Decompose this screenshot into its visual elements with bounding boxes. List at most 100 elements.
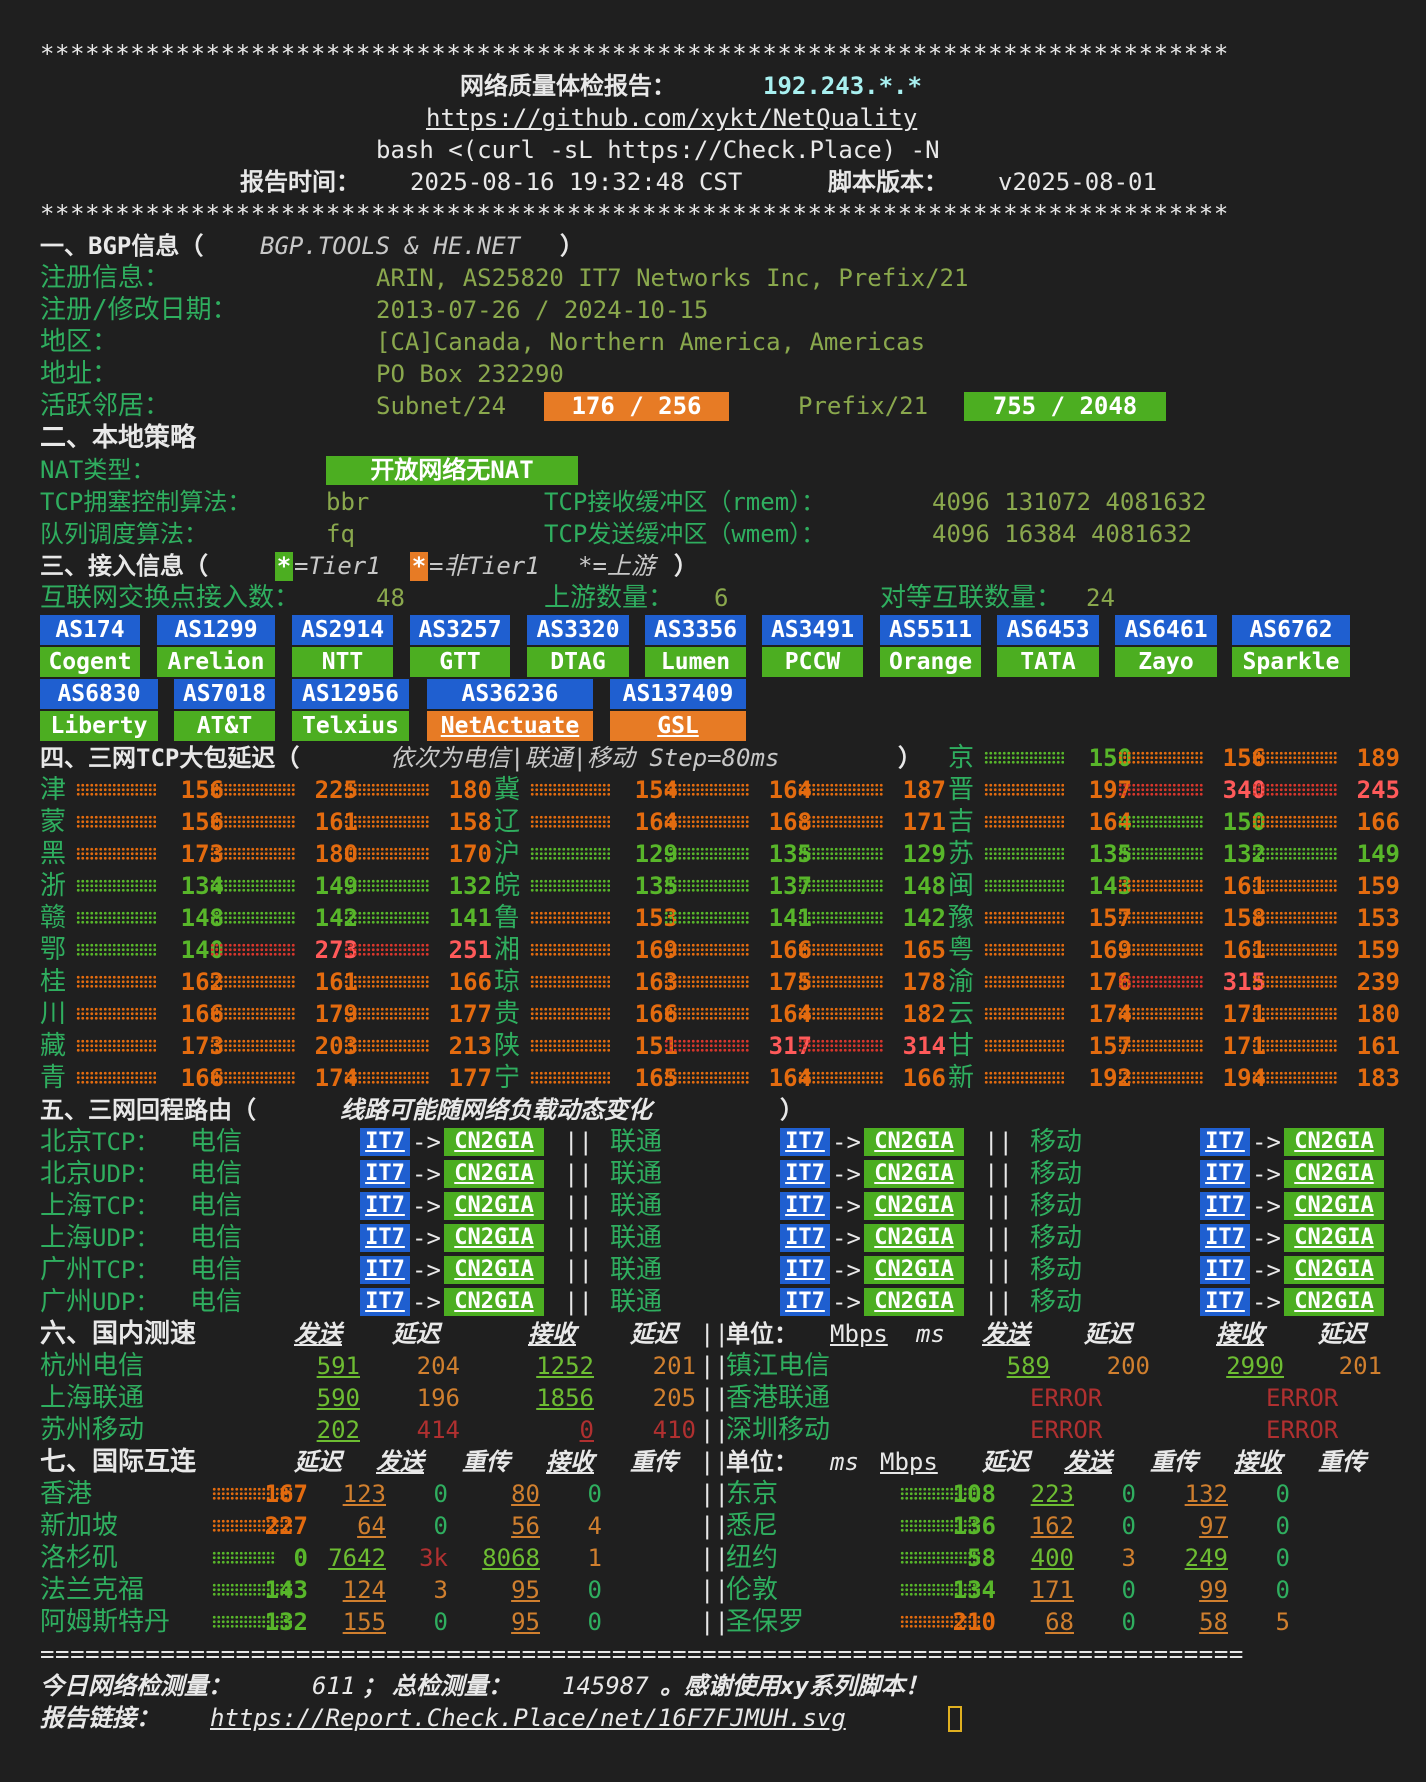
intl-recv: 95	[511, 1576, 540, 1604]
run-command: bash <(curl -sL https://Check.Place) -N	[376, 136, 940, 164]
route-arrow: ->	[832, 1192, 861, 1220]
legend-upstream: *=上游	[578, 552, 655, 580]
intl-retx: 0	[1121, 1608, 1136, 1636]
intl-recv: 8068	[482, 1544, 540, 1572]
address-value: PO Box 232290	[376, 360, 564, 388]
province-label: 津	[40, 775, 67, 805]
province-label: 鲁	[494, 903, 521, 933]
domestic-node: 深圳移动	[726, 1415, 831, 1445]
intl-recv: 56	[511, 1512, 540, 1540]
region-value: [CA]Canada, Northern America, Americas	[376, 328, 926, 356]
repo-link[interactable]: https://github.com/xykt/NetQuality	[426, 102, 917, 134]
equals-divider: ========================================…	[40, 1640, 1244, 1668]
latency-value: 166	[902, 1064, 946, 1092]
intl-send-header: 发送	[376, 1448, 424, 1476]
latency-value: 129	[902, 840, 946, 868]
intl-send: 171	[1030, 1576, 1074, 1604]
asn-number: AS137409	[610, 679, 746, 709]
section-domestic-title: 六、国内测速	[40, 1319, 197, 1349]
peer-label: 对等互联数量：	[880, 583, 1063, 613]
province-label: 鄂	[40, 935, 67, 965]
route-separator: ||	[564, 1288, 593, 1316]
route-isp: 电信	[190, 1287, 243, 1317]
intl-retx: 0	[433, 1512, 448, 1540]
address-label: 地址：	[40, 359, 119, 389]
intl-recv-header-r: 接收	[1234, 1448, 1282, 1476]
province-label: 冀	[494, 775, 521, 805]
domestic-recv-header-r: 接收	[1216, 1320, 1264, 1348]
route-hop-1: IT7	[360, 1256, 410, 1284]
province-label: 晋	[948, 775, 975, 805]
route-separator: ||	[984, 1288, 1013, 1316]
report-time-label: 报告时间：	[240, 168, 360, 196]
domestic-send-header: 发送	[294, 1320, 342, 1348]
latency-value: 178	[902, 968, 946, 996]
section-route-subtitle: 线路可能随网络负载动态变化	[340, 1096, 652, 1124]
intl-send: 123	[342, 1480, 386, 1508]
latency-value: 161	[1356, 1032, 1400, 1060]
route-hop-1: IT7	[1200, 1256, 1250, 1284]
intl-send: 124	[342, 1576, 386, 1604]
latency-value: 166	[1356, 808, 1400, 836]
intl-retx2-header: 重传	[630, 1448, 678, 1476]
route-arrow: ->	[1252, 1288, 1281, 1316]
route-separator: ||	[564, 1160, 593, 1188]
subnet-badge: 176 / 256	[544, 392, 729, 421]
province-label: 沪	[494, 839, 521, 869]
intl-send: 223	[1030, 1480, 1074, 1508]
intl-retx: 3	[1121, 1544, 1136, 1572]
route-hop-1: IT7	[360, 1224, 410, 1252]
intl-recv: 95	[511, 1608, 540, 1636]
rmem-value: 4096 131072 4081632	[932, 488, 1207, 516]
column-separator: ||	[700, 1320, 729, 1348]
section-access-title: 三、接入信息（	[40, 552, 208, 580]
intl-recv: 249	[1184, 1544, 1228, 1572]
province-label: 陕	[494, 1031, 521, 1061]
domestic-error: ERROR	[1030, 1384, 1103, 1412]
domestic-error: ERROR	[1266, 1416, 1339, 1444]
intl-recv: 80	[511, 1480, 540, 1508]
route-arrow: ->	[832, 1288, 861, 1316]
intl-retx2: 1	[587, 1544, 602, 1572]
intl-retx: 0	[433, 1480, 448, 1508]
route-hop-2: CN2GIA	[864, 1224, 964, 1252]
cc-label: TCP拥塞控制算法：	[40, 488, 252, 516]
route-protocol: UDP：	[92, 1224, 160, 1252]
neighbor-label: 活跃邻居：	[40, 391, 171, 421]
route-hop-2: CN2GIA	[1284, 1192, 1384, 1220]
route-hop-2: CN2GIA	[444, 1288, 544, 1316]
route-hop-2: CN2GIA	[444, 1160, 544, 1188]
domestic-latency2: 201	[1338, 1352, 1382, 1380]
today-count-label: 今日网络检测量：	[40, 1672, 232, 1700]
intl-send: 155	[342, 1608, 386, 1636]
province-label: 粤	[948, 935, 975, 965]
report-link[interactable]: https://Report.Check.Place/net/16F7FJMUH…	[210, 1702, 846, 1734]
route-arrow: ->	[412, 1256, 441, 1284]
route-hop-2: CN2GIA	[864, 1256, 964, 1284]
intl-recv: 132	[1184, 1480, 1228, 1508]
latency-value: 132	[448, 872, 492, 900]
terminal-cursor	[948, 1706, 962, 1732]
cc-value: bbr	[326, 488, 370, 516]
legend-non-tier1: =非Tier1	[429, 552, 555, 580]
route-hop-1: IT7	[360, 1160, 410, 1188]
total-count-label: 总检测量：	[392, 1672, 512, 1700]
terminal-window: ****************************************…	[0, 0, 1426, 1782]
route-hop-1: IT7	[360, 1192, 410, 1220]
intl-retx-header-r: 重传	[1150, 1448, 1198, 1476]
province-label: 青	[40, 1063, 67, 1093]
route-hop-2: CN2GIA	[864, 1128, 964, 1156]
latency-value: 314	[902, 1032, 946, 1060]
intl-latency: 136	[952, 1512, 996, 1540]
route-hop-1: IT7	[1200, 1224, 1250, 1252]
province-label: 赣	[40, 903, 67, 933]
intl-retx: 3k	[419, 1544, 448, 1572]
route-hop-1: IT7	[780, 1160, 830, 1188]
intl-retx2: 0	[1275, 1544, 1290, 1572]
subnet-label: Subnet/24	[376, 392, 507, 420]
route-isp: 联通	[610, 1255, 663, 1285]
route-arrow: ->	[412, 1288, 441, 1316]
route-hop-1: IT7	[360, 1128, 410, 1156]
route-hop-2: CN2GIA	[1284, 1224, 1384, 1252]
star-border-top: ****************************************…	[40, 40, 1229, 68]
